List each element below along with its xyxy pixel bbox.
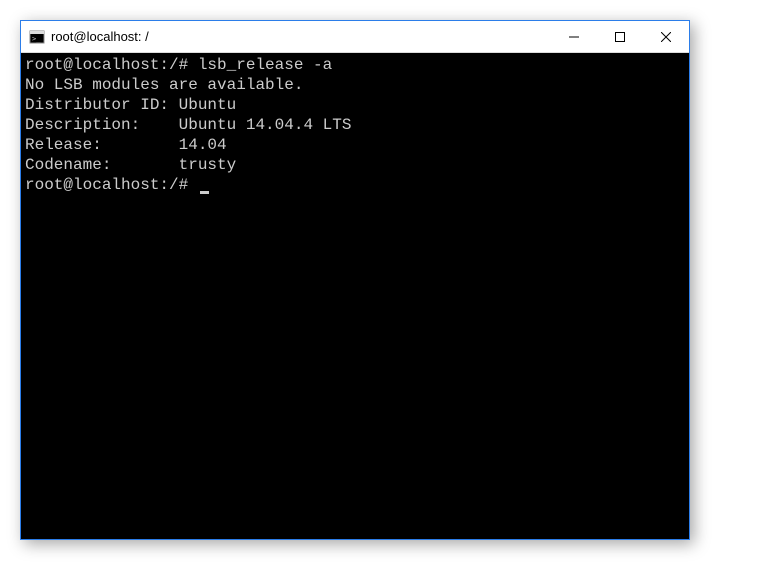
terminal-window: >_ root@localhost: / root@localhost:/# l…	[20, 20, 690, 540]
terminal-prompt: root@localhost:/#	[25, 176, 198, 194]
terminal-line: Distributor ID: Ubuntu	[25, 96, 236, 114]
titlebar[interactable]: >_ root@localhost: /	[21, 21, 689, 53]
svg-text:>_: >_	[32, 35, 41, 43]
cursor-icon	[200, 191, 209, 194]
terminal-line: root@localhost:/# lsb_release -a	[25, 56, 332, 74]
close-button[interactable]	[643, 21, 689, 52]
maximize-button[interactable]	[597, 21, 643, 52]
terminal-line: Codename: trusty	[25, 156, 236, 174]
terminal-line: Description: Ubuntu 14.04.4 LTS	[25, 116, 351, 134]
terminal-body[interactable]: root@localhost:/# lsb_release -a No LSB …	[21, 53, 689, 539]
window-title: root@localhost: /	[51, 29, 551, 44]
terminal-line: No LSB modules are available.	[25, 76, 303, 94]
minimize-button[interactable]	[551, 21, 597, 52]
window-controls	[551, 21, 689, 52]
terminal-icon: >_	[29, 29, 45, 45]
terminal-line: Release: 14.04	[25, 136, 227, 154]
